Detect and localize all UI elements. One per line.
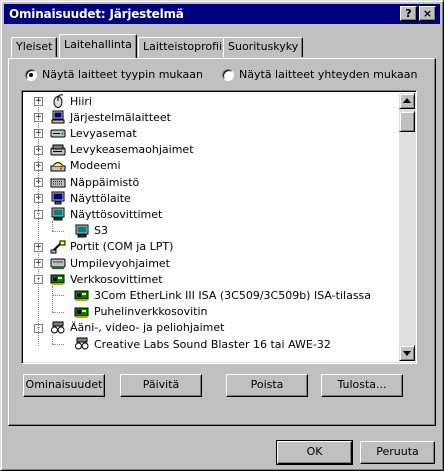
tab-performance[interactable]: Suorituskyky (223, 37, 304, 57)
radio-view-by-connection-label: Näytä laitteet yhteyden mukaan (239, 68, 418, 81)
tree-item-label: Verkkosovittimet (70, 272, 163, 286)
tree-item-label: Umpilevyohjaimet (70, 256, 170, 270)
tree-category[interactable]: Näyttölaite (50, 190, 131, 206)
tree-item-label: Levyasemat (70, 126, 137, 140)
radio-selected-icon (25, 68, 37, 81)
arrow-up-icon (403, 98, 411, 103)
tree-category[interactable]: Verkkosovittimet (50, 271, 163, 287)
tree-item-label: S3 (94, 224, 108, 238)
radio-view-by-connection[interactable]: Näytä laitteet yhteyden mukaan (222, 68, 417, 81)
tree-category[interactable]: Levyasemat (50, 125, 137, 141)
tree-device[interactable]: S3 (74, 223, 108, 239)
tree-category[interactable]: Modeemi (50, 158, 121, 174)
tree-category[interactable]: Ääni-, video- ja peliohjaimet (50, 320, 224, 336)
tab-general[interactable]: Yleiset (11, 37, 58, 57)
tree-item-label: Creative Labs Sound Blaster 16 tai AWE-3… (94, 337, 331, 351)
tab-device-manager[interactable]: Laitehallinta (59, 34, 137, 58)
tree-item-label: Portit (COM ja LPT) (70, 240, 174, 254)
network-card-icon (74, 290, 89, 302)
remove-button[interactable]: Poista (226, 374, 308, 397)
refresh-button[interactable]: Päivitä (120, 374, 202, 397)
tree-item-label: Puhelinverkkosovitin (94, 305, 208, 319)
tree-category[interactable]: Hiiri (50, 93, 92, 109)
network-card-icon (50, 274, 65, 286)
ok-button[interactable]: OK (276, 440, 353, 465)
title-bar[interactable]: Ominaisuudet: Järjestelmä ? × (4, 4, 440, 24)
tree-item-label: Levykeasemaohjaimet (70, 143, 194, 157)
tree-category[interactable]: Umpilevyohjaimet (50, 255, 170, 271)
monitor-icon (51, 191, 65, 205)
mouse-icon (53, 94, 64, 108)
tree-connector (52, 230, 64, 232)
sound-icon (51, 321, 65, 334)
sound-icon (75, 337, 89, 350)
radio-view-by-type[interactable]: Näytä laitteet tyypin mukaan (25, 68, 203, 81)
tree-item-label: Näppäimistö (70, 175, 140, 189)
tree-category[interactable]: Näppäimistö (50, 174, 139, 190)
hard-disk-controller-icon (50, 258, 66, 269)
tree-connector (52, 344, 64, 345)
display-adapter-icon (75, 224, 89, 238)
window-title: Ominaisuudet: Järjestelmä (9, 7, 184, 21)
vertical-scrollbar[interactable] (399, 93, 415, 361)
scroll-down-button[interactable] (399, 345, 415, 361)
radio-unselected-icon (222, 68, 234, 81)
tree-item-label: Järjestelmälaitteet (70, 110, 171, 124)
close-button[interactable]: × (419, 6, 436, 21)
tree-connector (52, 286, 53, 312)
tree-connector (38, 101, 39, 346)
modem-icon (50, 161, 66, 172)
tree-connector (52, 221, 53, 231)
tree-device[interactable]: Creative Labs Sound Blaster 16 tai AWE-3… (74, 336, 331, 352)
keyboard-icon (50, 178, 66, 188)
tree-item-label: 3Com EtherLink III ISA (3C509/3C509b) IS… (94, 288, 372, 302)
computer-icon (51, 110, 65, 124)
system-properties-window: Ominaisuudet: Järjestelmä ? × Yleiset La… (0, 0, 444, 471)
tree-category[interactable]: Levykeasemaohjaimet (50, 142, 194, 158)
tree-category[interactable]: Järjestelmälaitteet (50, 109, 171, 125)
tree-device[interactable]: 3Com EtherLink III ISA (3C509/3C509b) IS… (74, 287, 371, 303)
display-adapter-icon (51, 207, 65, 221)
print-button[interactable]: Tulosta... (321, 374, 403, 397)
port-icon (50, 240, 66, 254)
tree-item-label: Hiiri (70, 94, 92, 108)
tree-connector (52, 334, 53, 344)
scroll-up-button[interactable] (399, 93, 415, 109)
tree-item-label: Näyttösovittimet (70, 207, 163, 221)
tree-connector (52, 311, 64, 313)
network-card-icon (74, 307, 89, 318)
tree-item-label: Modeemi (70, 159, 121, 173)
help-button[interactable]: ? (400, 6, 417, 21)
tree-device[interactable]: Puhelinverkkosovitin (74, 304, 207, 320)
disk-drive-icon (50, 129, 66, 138)
tree-item-label: Näyttölaite (70, 191, 131, 205)
floppy-controller-icon (50, 144, 66, 156)
arrow-down-icon (403, 351, 411, 356)
cancel-button[interactable]: Peruuta (360, 441, 435, 464)
scroll-thumb[interactable] (399, 111, 415, 132)
device-tree[interactable]: Hiiri + Järjestelmälaitteet + Levyasemat + Lev… (21, 90, 417, 364)
tree-connector (52, 295, 64, 297)
tree-category[interactable]: Näyttösovittimet (50, 206, 162, 222)
radio-view-by-type-label: Näytä laitteet tyypin mukaan (42, 68, 204, 81)
tree-category[interactable]: Portit (COM ja LPT) (50, 239, 173, 255)
tree-item-label: Ääni-, video- ja peliohjaimet (70, 321, 225, 335)
properties-button[interactable]: Ominaisuudet (23, 374, 105, 397)
